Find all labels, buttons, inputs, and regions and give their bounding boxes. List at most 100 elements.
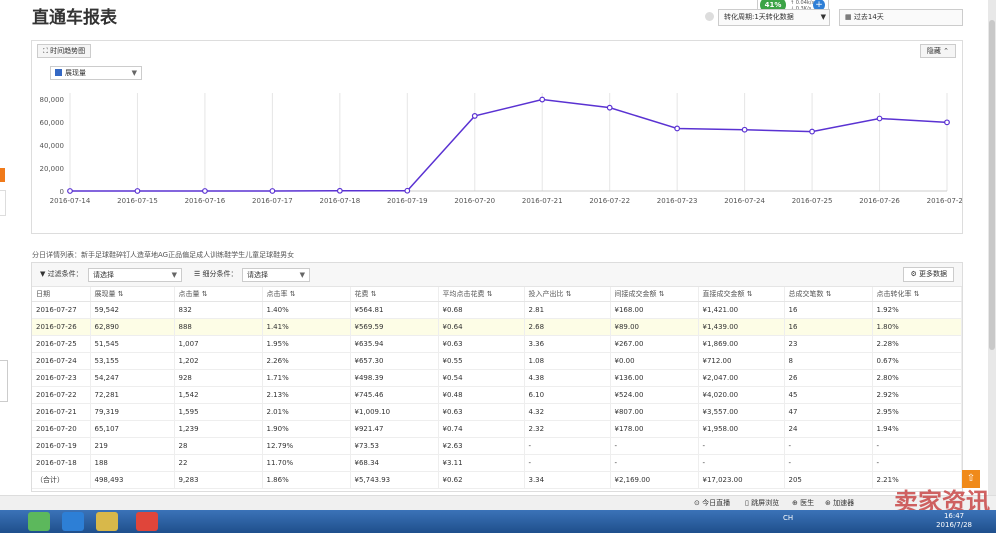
table-row[interactable]: 2016-07-25 51,545 1,007 1.95% ¥635.94 ¥0.63 3.… [32, 335, 962, 353]
date-range-button[interactable]: ▦ 过去14天 [839, 9, 963, 26]
column-header[interactable]: 总成交笔数 ⇅ [784, 287, 873, 302]
metric-select[interactable]: 展现量 ▼ [50, 66, 142, 80]
table-row[interactable]: 2016-07-19 219 28 12.79% ¥73.53 ¥2.63- - - - - [32, 437, 962, 455]
table-cell: ¥921.47 [350, 420, 439, 438]
segment-select[interactable]: 请选择 ▼ [242, 268, 310, 282]
scrollbar-thumb[interactable] [989, 20, 995, 350]
filter-select[interactable]: 请选择 ▼ [88, 268, 182, 282]
left-edge-tab[interactable] [0, 190, 6, 216]
data-point [741, 126, 748, 133]
table-cell: ¥0.48 [438, 386, 525, 404]
table-cell: ¥635.94 [350, 335, 439, 353]
column-header[interactable]: 间接成交金额 ⇅ [610, 287, 699, 302]
series-line [70, 98, 948, 192]
status-item-live[interactable]: ⊙ 今日直播 [694, 498, 730, 508]
table-row[interactable]: 2016-07-26 62,890 888 1.41% ¥569.59 ¥0.64 2.68… [32, 318, 962, 336]
table-cell: 3.36 [524, 335, 611, 353]
x-tick-label: 2016-07-26 [859, 197, 900, 205]
table-cell: ¥0.63 [438, 403, 525, 421]
report-page: 直通车报表 41% ↑ 0.04k/s ↓ 0.3K/s + 转化周期:1天转化… [0, 0, 996, 533]
table-cell: - [524, 454, 611, 472]
column-header[interactable]: 点击率 ⇅ [262, 287, 351, 302]
table-body: 2016-07-27 59,542 832 1.40% ¥564.81 ¥0.68 2.81… [32, 301, 962, 489]
table-cell: 2016-07-24 [32, 352, 91, 370]
x-tick-label: 2016-07-15 [117, 197, 158, 205]
table-cell: - [698, 437, 785, 455]
page-title: 直通车报表 [32, 8, 117, 28]
info-dot-icon[interactable] [705, 12, 714, 21]
table-cell: 1.95% [262, 335, 351, 353]
column-header[interactable]: 花费 ⇅ [350, 287, 439, 302]
table-cell: ¥524.00 [610, 386, 699, 404]
table-row[interactable]: 2016-07-21 79,319 1,595 2.01% ¥1,009.10 ¥0.63… [32, 403, 962, 421]
browser-status-bar: ⊙ 今日直播 ▯ 跳屏浏览 ⊕ 医生 ⊛ 加速器 [0, 495, 996, 510]
chevron-up-icon: ⌃ [943, 47, 949, 55]
table-cell: 2016-07-26 [32, 318, 91, 336]
column-header[interactable]: 投入产出比 ⇅ [524, 287, 611, 302]
cloud-drive-icon[interactable] [62, 512, 84, 531]
page-scrollbar[interactable] [988, 0, 996, 495]
browser-360-icon[interactable] [28, 512, 50, 531]
table-cell: - [872, 437, 962, 455]
table-cell: 2.26% [262, 352, 351, 370]
table-cell: 16 [784, 318, 873, 336]
table-cell: 1.94% [872, 420, 962, 438]
status-item-browse[interactable]: ▯ 跳屏浏览 [745, 498, 779, 508]
total-row[interactable]: （合计） 498,493 9,283 1.86% ¥5,743.93 ¥0.62 3.34 ¥… [32, 471, 962, 489]
left-edge-tab-2[interactable] [0, 360, 8, 402]
status-item-accelerator[interactable]: ⊛ 加速器 [825, 498, 854, 508]
conversion-period-select[interactable]: 转化周期:1天转化数据 ▼ [718, 9, 830, 26]
table-cell: 1,202 [174, 352, 263, 370]
table-cell: 0.67% [872, 352, 962, 370]
daily-detail-panel: ▼ 过滤条件： 请选择 ▼ ☰ 细分条件： 请选择 ▼ ⚙ 更多数据 日期 展现量 ⇅… [31, 262, 963, 492]
table-cell: ¥73.53 [350, 437, 439, 455]
table-cell: 188 [90, 454, 175, 472]
table-row[interactable]: 2016-07-24 53,155 1,202 2.26% ¥657.30 ¥0.55 1.… [32, 352, 962, 370]
x-tick-label: 2016-07-25 [792, 197, 833, 205]
table-row[interactable]: 2016-07-27 59,542 832 1.40% ¥564.81 ¥0.68 2.81… [32, 301, 962, 319]
column-header[interactable]: 直接成交金额 ⇅ [698, 287, 785, 302]
column-header[interactable]: 平均点击花费 ⇅ [438, 287, 525, 302]
app-red-icon[interactable] [136, 512, 158, 531]
table-cell: 2.28% [872, 335, 962, 353]
table-cell: 6.10 [524, 386, 611, 404]
x-tick-label: 2016-07-14 [50, 197, 91, 205]
table-cell: ¥807.00 [610, 403, 699, 421]
table-cell: 1.80% [872, 318, 962, 336]
data-point [404, 187, 411, 194]
table-cell: 2016-07-27 [32, 301, 91, 319]
table-row[interactable]: 2016-07-23 54,247 928 1.71% ¥498.39 ¥0.54 4.38… [32, 369, 962, 387]
column-header[interactable]: 展现量 ⇅ [90, 287, 175, 302]
filter-label: ▼ 过滤条件： [40, 270, 83, 278]
column-header[interactable]: 点击量 ⇅ [174, 287, 263, 302]
table-row[interactable]: 2016-07-18 188 22 11.70% ¥68.34 ¥3.11- - - - - [32, 454, 962, 472]
table-row[interactable]: 2016-07-20 65,107 1,239 1.90% ¥921.47 ¥0.74 2.… [32, 420, 962, 438]
table-cell: 4.32 [524, 403, 611, 421]
table-cell: ¥657.30 [350, 352, 439, 370]
trend-chart-tab[interactable]: ⛶ 时间趋势图 [37, 44, 92, 58]
table-cell: ¥1,421.00 [698, 301, 785, 319]
table-cell: 1.90% [262, 420, 351, 438]
table-cell: 3.34 [524, 471, 611, 489]
hide-chart-button[interactable]: 隐藏 ⌃ [919, 44, 956, 58]
table-cell: 26 [784, 369, 873, 387]
more-data-button[interactable]: ⚙ 更多数据 [903, 267, 954, 282]
app-window-icon[interactable] [96, 512, 118, 531]
table-row[interactable]: 2016-07-22 72,281 1,542 2.13% ¥745.46 ¥0.48 6.… [32, 386, 962, 404]
column-header[interactable]: 日期 [32, 287, 91, 302]
table-cell: 2016-07-19 [32, 437, 91, 455]
column-header[interactable]: 点击转化率 ⇅ [872, 287, 962, 302]
data-point [269, 188, 276, 194]
x-tick-label: 2016-07-17 [252, 197, 293, 205]
table-cell: ¥745.46 [350, 386, 439, 404]
table-cell: 2.68 [524, 318, 611, 336]
input-language[interactable]: CH [783, 514, 793, 522]
table-cell: 8 [784, 352, 873, 370]
taskbar-clock[interactable]: 16:47 2016/7/28 [936, 512, 972, 530]
status-item-doctor[interactable]: ⊕ 医生 [792, 498, 814, 508]
table-cell: 2.81 [524, 301, 611, 319]
trend-chart-panel: ⛶ 时间趋势图 隐藏 ⌃ 展现量 ▼ 0 20,000 40,000 60,000 80… [31, 40, 963, 234]
filter-icon: ▼ [40, 270, 46, 278]
table-cell: ¥0.63 [438, 335, 525, 353]
table-cell: 2.95% [872, 403, 962, 421]
